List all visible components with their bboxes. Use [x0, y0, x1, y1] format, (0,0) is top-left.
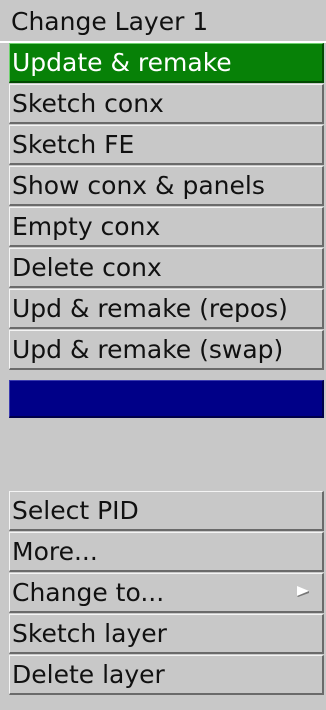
submenu-arrow-icon	[297, 586, 309, 597]
menu-title: Change Layer 1	[0, 0, 326, 43]
show-conx-panels-button[interactable]: Show conx & panels	[9, 166, 324, 206]
delete-conx-button[interactable]: Delete conx	[9, 248, 324, 288]
empty-conx-button[interactable]: Empty conx	[9, 207, 324, 247]
delete-layer-button[interactable]: Delete layer	[9, 655, 324, 695]
layer-context-menu: Change Layer 1 Update & remake Sketch co…	[0, 0, 326, 710]
update-remake-swap-button[interactable]: Upd & remake (swap)	[9, 330, 324, 370]
change-to-button[interactable]: Change to...	[9, 573, 324, 613]
sketch-fe-button[interactable]: Sketch FE	[9, 125, 324, 165]
update-remake-repos-button[interactable]: Upd & remake (repos)	[9, 289, 324, 329]
sketch-layer-button[interactable]: Sketch layer	[9, 614, 324, 654]
sketch-conx-button[interactable]: Sketch conx	[9, 84, 324, 124]
blank-field[interactable]	[9, 380, 324, 418]
update-remake-button[interactable]: Update & remake	[9, 43, 324, 83]
change-to-label: Change to...	[12, 578, 165, 607]
more-button[interactable]: More...	[9, 532, 324, 572]
select-pid-button[interactable]: Select PID	[9, 491, 324, 531]
menu-separator	[9, 371, 326, 379]
